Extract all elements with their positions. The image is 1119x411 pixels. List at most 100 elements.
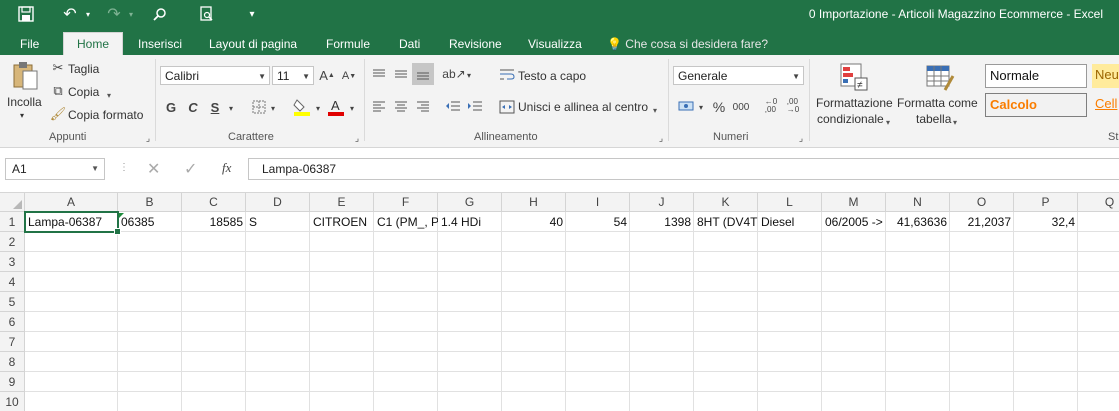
column-header-c[interactable]: C — [182, 193, 246, 212]
merge-dropdown-icon[interactable]: ▾ — [653, 106, 657, 115]
style-neutral[interactable]: Neu — [1092, 64, 1119, 88]
conditional-formatting-label-2[interactable]: condizionale — [817, 112, 884, 126]
dialog-launcher-icon[interactable]: ⌟ — [796, 133, 806, 143]
undo-icon[interactable]: ↶ — [60, 4, 80, 24]
dialog-launcher-icon[interactable]: ⌟ — [143, 133, 153, 143]
cell-q1[interactable]: 2 — [1078, 212, 1119, 232]
dialog-launcher-icon[interactable]: ⌟ — [656, 133, 666, 143]
column-header-e[interactable]: E — [310, 193, 374, 212]
row-header-10[interactable]: 10 — [0, 392, 25, 411]
underline-button[interactable]: S — [208, 98, 222, 116]
style-normal[interactable]: Normale — [985, 64, 1087, 88]
row-header-5[interactable]: 5 — [0, 292, 25, 312]
align-bottom-icon[interactable] — [412, 63, 434, 85]
column-header-b[interactable]: B — [118, 193, 182, 212]
format-as-table-dropdown-icon[interactable]: ▾ — [953, 118, 957, 127]
name-box[interactable]: A1 ▼ — [5, 158, 105, 180]
cell-d1[interactable]: S — [246, 212, 310, 232]
style-calculation[interactable]: Calcolo — [985, 93, 1087, 117]
cell-m1[interactable]: 06/2005 -> — [822, 212, 886, 232]
font-color-icon[interactable]: A — [326, 97, 346, 117]
cell-c1[interactable]: 18585 — [182, 212, 246, 232]
format-as-table-icon[interactable] — [924, 61, 956, 93]
cut-button[interactable]: Taglia — [68, 62, 99, 76]
column-header-n[interactable]: N — [886, 193, 950, 212]
font-color-dropdown-icon[interactable]: ▾ — [347, 100, 357, 116]
column-header-k[interactable]: K — [694, 193, 758, 212]
font-name-dropdown[interactable]: Calibri ▼ — [160, 66, 270, 85]
cell-n1[interactable]: 41,63636 — [886, 212, 950, 232]
orientation-dropdown-icon[interactable]: ▾ — [465, 68, 473, 82]
select-all-button[interactable] — [0, 193, 25, 212]
align-right-icon[interactable] — [414, 97, 432, 115]
increase-indent-icon[interactable] — [466, 97, 484, 115]
column-header-f[interactable]: F — [374, 193, 438, 212]
tab-page-layout[interactable]: Layout di pagina — [209, 33, 297, 55]
column-header-p[interactable]: P — [1014, 193, 1078, 212]
currency-dropdown-icon[interactable]: ▾ — [697, 100, 705, 114]
cell-o1[interactable]: 21,2037 — [950, 212, 1014, 232]
cell-g1[interactable]: 1.4 HDi — [438, 212, 502, 232]
column-header-h[interactable]: H — [502, 193, 566, 212]
chevron-down-icon[interactable]: ▼ — [91, 159, 99, 179]
merge-center-button[interactable]: Unisci e allinea al centro — [518, 100, 648, 114]
row-header-3[interactable]: 3 — [0, 252, 25, 272]
scissors-icon[interactable]: ✂ — [50, 60, 66, 76]
column-header-i[interactable]: I — [566, 193, 630, 212]
paste-button[interactable]: Incolla — [7, 95, 42, 109]
fill-color-icon[interactable] — [292, 97, 312, 117]
redo-icon[interactable]: ↷ — [104, 4, 124, 24]
undo-dropdown-icon[interactable]: ▾ — [84, 4, 92, 24]
cell-l1[interactable]: Diesel — [758, 212, 822, 232]
decrease-decimal-icon[interactable]: ,00 →0 — [784, 97, 802, 115]
orientation-icon[interactable]: ab↗ — [442, 65, 465, 83]
shrink-font-icon[interactable]: A ▼ — [341, 67, 357, 85]
row-header-1[interactable]: 1 — [0, 212, 25, 232]
redo-dropdown-icon[interactable]: ▾ — [127, 4, 135, 24]
fill-color-dropdown-icon[interactable]: ▾ — [313, 100, 323, 116]
percent-button[interactable]: % — [711, 98, 727, 116]
column-header-o[interactable]: O — [950, 193, 1014, 212]
cell-k1[interactable]: 8HT (DV4T — [694, 212, 758, 232]
format-painter-button[interactable]: Copia formato — [68, 108, 143, 122]
align-left-icon[interactable] — [370, 97, 388, 115]
column-header-a[interactable]: A — [25, 193, 118, 212]
wrap-text-icon[interactable] — [498, 66, 516, 84]
cancel-icon[interactable]: ✕ — [147, 159, 160, 179]
copy-button[interactable]: Copia — [68, 85, 99, 99]
tab-review[interactable]: Revisione — [449, 33, 502, 55]
column-header-l[interactable]: L — [758, 193, 822, 212]
paste-dropdown-icon[interactable]: ▾ — [20, 111, 24, 120]
bold-button[interactable]: G — [164, 98, 178, 116]
insert-function-button[interactable]: fx — [222, 160, 231, 176]
grow-font-icon[interactable]: A ▲ — [319, 66, 335, 84]
cell-i1[interactable]: 54 — [566, 212, 630, 232]
decrease-indent-icon[interactable] — [444, 97, 462, 115]
conditional-formatting-label-1[interactable]: Formattazione — [816, 96, 893, 110]
tab-home[interactable]: Home — [63, 32, 124, 56]
borders-dropdown-icon[interactable]: ▾ — [268, 100, 278, 116]
align-top-icon[interactable] — [370, 65, 388, 83]
number-format-dropdown[interactable]: Generale ▼ — [673, 66, 804, 85]
save-icon[interactable] — [16, 4, 36, 24]
conditional-formatting-dropdown-icon[interactable]: ▾ — [886, 118, 890, 127]
enter-icon[interactable]: ✓ — [184, 159, 197, 179]
format-as-table-label-1[interactable]: Formatta come — [897, 96, 978, 110]
format-as-table-label-2[interactable]: tabella — [916, 112, 951, 126]
row-header-7[interactable]: 7 — [0, 332, 25, 352]
increase-decimal-icon[interactable]: ←0,00 — [762, 97, 780, 115]
column-header-d[interactable]: D — [246, 193, 310, 212]
copy-icon[interactable]: ⧉ — [50, 83, 66, 99]
thousands-separator-button[interactable]: 000 — [731, 99, 751, 115]
dialog-launcher-icon[interactable]: ⌟ — [352, 133, 362, 143]
customize-qat-icon[interactable]: ▾ — [245, 4, 259, 24]
column-header-m[interactable]: M — [822, 193, 886, 212]
formula-input[interactable]: Lampa-06387 — [248, 158, 1119, 180]
wrap-text-button[interactable]: Testo a capo — [518, 69, 586, 83]
underline-dropdown-icon[interactable]: ▾ — [226, 100, 236, 116]
row-header-8[interactable]: 8 — [0, 352, 25, 372]
cell-f1[interactable]: C1 (PM_, P — [374, 212, 438, 232]
tab-file[interactable]: File — [20, 33, 39, 55]
row-header-9[interactable]: 9 — [0, 372, 25, 392]
format-painter-icon[interactable]: 🖌 — [50, 106, 67, 122]
